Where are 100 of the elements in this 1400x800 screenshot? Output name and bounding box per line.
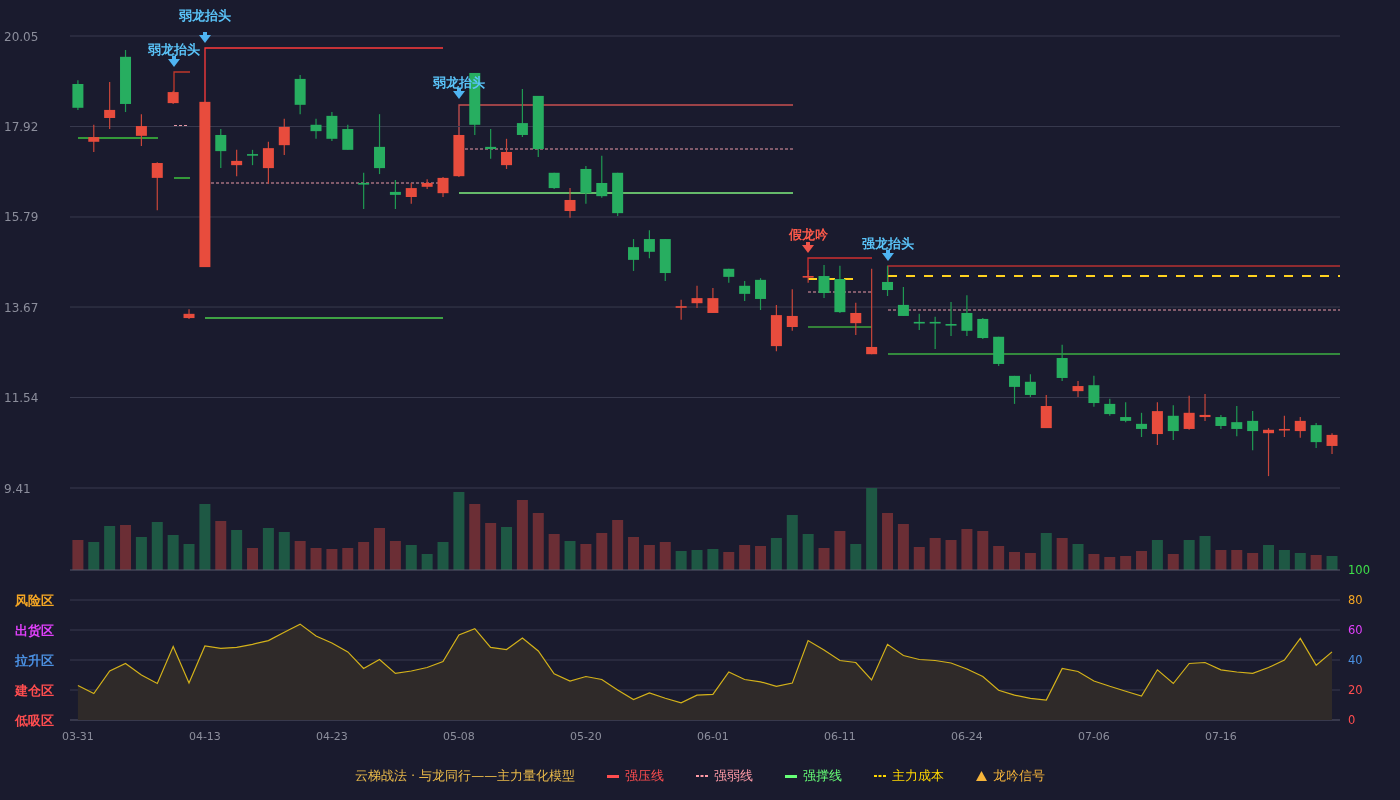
candle	[882, 265, 894, 297]
volume-bar	[1183, 540, 1195, 570]
volume-bar	[516, 500, 528, 570]
candle	[342, 124, 354, 151]
candle	[374, 113, 386, 175]
volume-bar	[1199, 536, 1211, 570]
candle	[1040, 394, 1052, 429]
volume-bar	[501, 527, 513, 570]
candle	[104, 81, 116, 130]
down-arrow-icon	[453, 88, 465, 99]
signal-label: 弱龙抬头	[179, 8, 231, 23]
candle	[675, 299, 687, 321]
volume-bar	[135, 537, 147, 570]
volume-bar	[1009, 552, 1021, 570]
candle	[453, 134, 465, 178]
candle	[1167, 404, 1179, 441]
volume-bar	[929, 538, 941, 570]
candle	[1199, 393, 1211, 422]
candle	[1056, 344, 1068, 382]
volume-bar	[1088, 554, 1100, 570]
candle	[421, 178, 433, 190]
strength-line	[807, 291, 873, 293]
candle	[818, 264, 830, 299]
price-axis-label: 9.41	[4, 481, 31, 496]
volume-bar	[1056, 538, 1068, 570]
volume-bar	[1151, 540, 1163, 570]
volume-bar	[961, 529, 973, 570]
zone-label: 出货区	[15, 622, 54, 638]
volume-bar	[1263, 545, 1275, 570]
candle	[802, 269, 814, 284]
price-axis-label: 17.92	[4, 120, 39, 134]
volume-bar	[1104, 557, 1116, 570]
candle	[580, 165, 592, 205]
volume-bar	[977, 531, 989, 570]
date-label: 06-01	[696, 730, 729, 743]
candle	[1088, 375, 1100, 408]
candle	[834, 265, 846, 314]
volume-bar	[374, 528, 386, 570]
volume-bar	[405, 545, 417, 570]
volume-bar	[1024, 553, 1036, 570]
candle	[850, 302, 862, 336]
zone-label: 建仓区	[15, 682, 54, 698]
candle	[1120, 401, 1132, 423]
volume-bar	[1072, 544, 1084, 570]
candle	[897, 286, 909, 317]
volume-bar	[1215, 550, 1227, 570]
candle	[1310, 422, 1322, 449]
volume-bar	[755, 546, 767, 570]
candle	[786, 288, 798, 332]
candle	[596, 155, 608, 199]
candle	[294, 74, 306, 115]
candle	[1009, 375, 1021, 405]
candle	[501, 138, 513, 170]
candle	[1024, 373, 1036, 398]
volume-bar	[532, 513, 544, 570]
volume-bar	[834, 531, 846, 570]
date-label: 07-16	[1204, 730, 1237, 743]
zone-label: 低吸区	[15, 712, 54, 728]
date-label: 04-23	[315, 730, 348, 743]
candle	[262, 141, 274, 185]
volume-bar	[215, 521, 227, 570]
candle	[723, 268, 735, 284]
volume-bar	[739, 545, 751, 570]
candle	[485, 128, 497, 160]
legend-label: 主力成本	[892, 767, 945, 785]
volume-bar	[389, 541, 401, 570]
candle	[1247, 410, 1259, 451]
legend-title: 云梯战法 · 与龙同行——主力量化模型	[354, 767, 576, 785]
volume-bar	[643, 545, 655, 570]
volume-bar	[691, 550, 703, 570]
volume-bar	[580, 544, 592, 570]
candle	[326, 111, 338, 142]
strength-line	[173, 124, 190, 127]
candle	[183, 308, 195, 320]
volume-bar	[199, 504, 211, 570]
volume-bar	[437, 542, 449, 570]
volume-bar	[786, 515, 798, 570]
axis-tick-label: 40	[1348, 653, 1363, 667]
volume-bar	[945, 540, 957, 570]
resistance-line	[807, 257, 873, 277]
volume-bar	[897, 524, 909, 570]
candle	[215, 128, 227, 169]
candle	[612, 172, 624, 217]
resistance-line	[173, 71, 191, 93]
legend-label: 龙吟信号	[993, 767, 1046, 785]
volume-bar	[596, 533, 608, 570]
price-axis-label: 13.67	[4, 300, 39, 315]
candle	[643, 229, 655, 259]
date-label: 06-11	[823, 730, 856, 743]
volume-bar	[278, 532, 290, 570]
volume-bar	[1278, 550, 1290, 570]
volume-bar	[1231, 550, 1243, 570]
candle	[1278, 415, 1290, 438]
axis-tick-label: 100	[1348, 563, 1370, 577]
candle	[135, 113, 147, 147]
volume-bar	[659, 542, 671, 570]
volume-bar	[564, 541, 576, 570]
volume-bar	[993, 546, 1005, 570]
legend-label: 强弱线	[714, 767, 754, 785]
candle	[231, 149, 243, 177]
